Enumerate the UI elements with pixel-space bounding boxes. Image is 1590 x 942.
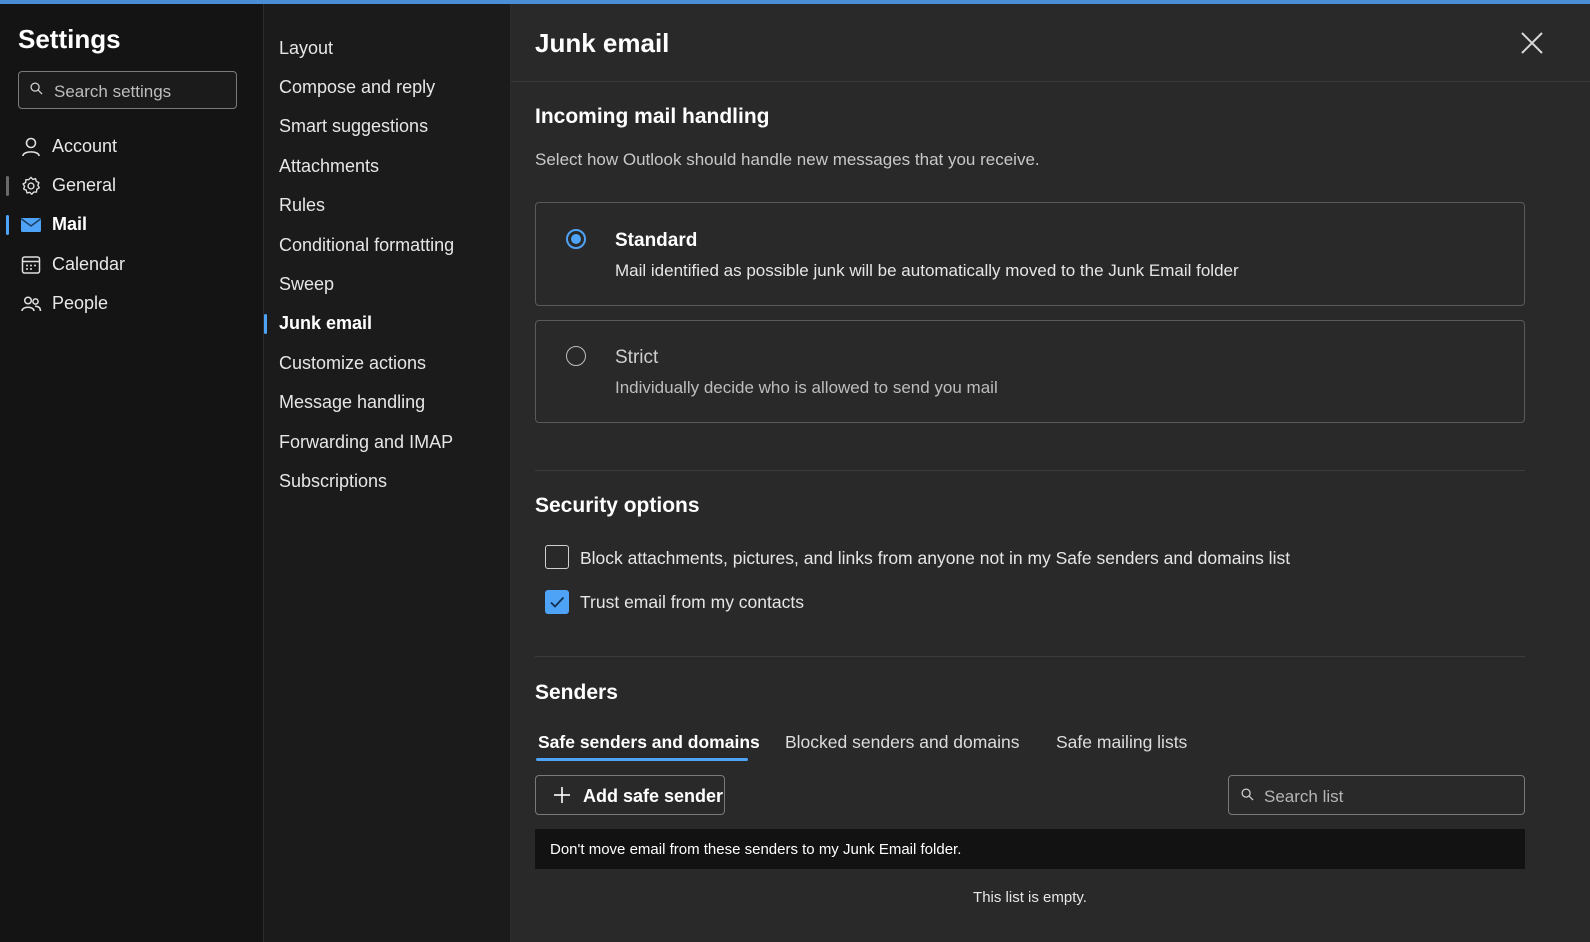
nav-item-label: General bbox=[52, 175, 117, 195]
active-tab-underline bbox=[536, 758, 748, 761]
search-list-placeholder: Search list bbox=[1264, 787, 1344, 806]
calendar-icon bbox=[21, 256, 41, 274]
option-title: Standard bbox=[615, 230, 698, 251]
nav-item-general[interactable]: General bbox=[0, 168, 263, 204]
close-icon[interactable] bbox=[1519, 30, 1545, 56]
subnav-item-label: Smart suggestions bbox=[279, 116, 429, 136]
option-strict[interactable]: Strict Individually decide who is allowe… bbox=[535, 320, 1525, 423]
subnav-item-junk-email[interactable]: Junk email bbox=[264, 305, 510, 339]
subnav-item-label: Layout bbox=[279, 38, 334, 58]
subnav-item-compose-and-reply[interactable]: Compose and reply bbox=[264, 69, 510, 103]
subnav-item-attachments[interactable]: Attachments bbox=[264, 148, 510, 182]
subnav-item-rules[interactable]: Rules bbox=[264, 187, 510, 221]
gear-icon bbox=[22, 176, 40, 195]
subnav-selected-indicator bbox=[264, 314, 267, 334]
subnav-item-label: Compose and reply bbox=[279, 77, 436, 97]
search-list-input[interactable]: Search list bbox=[1228, 775, 1525, 815]
subnav-item-label: Attachments bbox=[279, 156, 380, 176]
nav-item-label: Calendar bbox=[52, 254, 126, 274]
add-safe-sender-label: Add safe sender bbox=[583, 786, 724, 806]
option-standard[interactable]: Standard Mail identified as possible jun… bbox=[535, 202, 1525, 306]
safe-senders-list-header: Don't move email from these senders to m… bbox=[535, 829, 1525, 869]
incoming-mail-heading: Incoming mail handling bbox=[535, 105, 770, 128]
nav-item-mail[interactable]: Mail bbox=[0, 207, 263, 243]
mail-icon bbox=[21, 218, 41, 232]
search-icon bbox=[30, 82, 43, 95]
empty-list-message: This list is empty. bbox=[973, 889, 1087, 906]
settings-title: Settings bbox=[18, 24, 121, 54]
subnav-item-subscriptions[interactable]: Subscriptions bbox=[264, 463, 510, 497]
subnav-item-label: Customize actions bbox=[279, 353, 427, 373]
junk-email-panel: Junk email Incoming mail handling Select… bbox=[511, 4, 1590, 942]
incoming-mail-description: Select how Outlook should handle new mes… bbox=[535, 150, 1040, 169]
nav-hover-indicator bbox=[6, 176, 9, 196]
subnav-item-label: Sweep bbox=[279, 274, 335, 294]
nav-selected-indicator bbox=[6, 215, 9, 235]
tab-safe-mailing-lists[interactable]: Safe mailing lists bbox=[1056, 732, 1187, 753]
panel-title: Junk email bbox=[535, 28, 670, 58]
add-safe-sender-button[interactable]: Add safe sender bbox=[535, 775, 725, 815]
plus-icon bbox=[554, 787, 570, 803]
security-options-heading: Security options bbox=[535, 494, 700, 517]
trust-contacts-checkbox[interactable] bbox=[545, 590, 569, 614]
subnav-item-label: Conditional formatting bbox=[279, 235, 455, 255]
mail-settings-subnav: Layout Compose and reply Smart suggestio… bbox=[264, 4, 511, 942]
trust-contacts-label[interactable]: Trust email from my contacts bbox=[580, 592, 804, 613]
subnav-item-smart-suggestions[interactable]: Smart suggestions bbox=[264, 108, 510, 142]
list-header-text: Don't move email from these senders to m… bbox=[550, 841, 962, 858]
nav-item-people[interactable]: People bbox=[0, 286, 263, 322]
search-icon bbox=[1241, 788, 1254, 801]
subnav-item-label: Rules bbox=[279, 195, 326, 215]
subnav-item-layout[interactable]: Layout bbox=[264, 30, 510, 64]
subnav-item-forwarding-and-imap[interactable]: Forwarding and IMAP bbox=[264, 424, 510, 458]
block-attachments-checkbox[interactable] bbox=[545, 545, 569, 569]
standard-radio[interactable] bbox=[566, 229, 586, 249]
subnav-item-label: Junk email bbox=[279, 313, 373, 333]
search-settings-input[interactable]: Search settings bbox=[18, 71, 237, 109]
subnav-item-conditional-formatting[interactable]: Conditional formatting bbox=[264, 227, 510, 261]
subnav-item-label: Subscriptions bbox=[279, 471, 388, 491]
subnav-item-label: Message handling bbox=[279, 392, 426, 412]
subnav-item-message-handling[interactable]: Message handling bbox=[264, 384, 510, 418]
subnav-item-sweep[interactable]: Sweep bbox=[264, 266, 510, 300]
tab-safe-senders[interactable]: Safe senders and domains bbox=[538, 732, 760, 753]
section-divider bbox=[535, 470, 1525, 471]
block-attachments-label[interactable]: Block attachments, pictures, and links f… bbox=[580, 548, 1290, 569]
panel-header: Junk email bbox=[511, 4, 1590, 82]
tab-blocked-senders[interactable]: Blocked senders and domains bbox=[785, 732, 1019, 753]
people-icon bbox=[21, 296, 42, 312]
option-description: Mail identified as possible junk will be… bbox=[615, 261, 1239, 280]
nav-item-label: Mail bbox=[52, 214, 88, 234]
strict-radio[interactable] bbox=[566, 346, 586, 366]
subnav-item-label: Forwarding and IMAP bbox=[279, 432, 454, 452]
subnav-item-customize-actions[interactable]: Customize actions bbox=[264, 345, 510, 379]
nav-item-label: People bbox=[52, 293, 109, 313]
settings-nav: Settings Search settings Account General… bbox=[0, 4, 264, 942]
section-divider bbox=[535, 656, 1525, 657]
nav-item-calendar[interactable]: Calendar bbox=[0, 247, 263, 283]
search-settings-placeholder: Search settings bbox=[54, 82, 172, 101]
nav-item-label: Account bbox=[52, 136, 118, 156]
senders-heading: Senders bbox=[535, 681, 618, 704]
person-icon bbox=[22, 137, 40, 157]
option-title: Strict bbox=[615, 347, 659, 368]
nav-item-account[interactable]: Account bbox=[0, 129, 263, 165]
checkmark-icon bbox=[550, 596, 565, 608]
option-description: Individually decide who is allowed to se… bbox=[615, 378, 998, 397]
